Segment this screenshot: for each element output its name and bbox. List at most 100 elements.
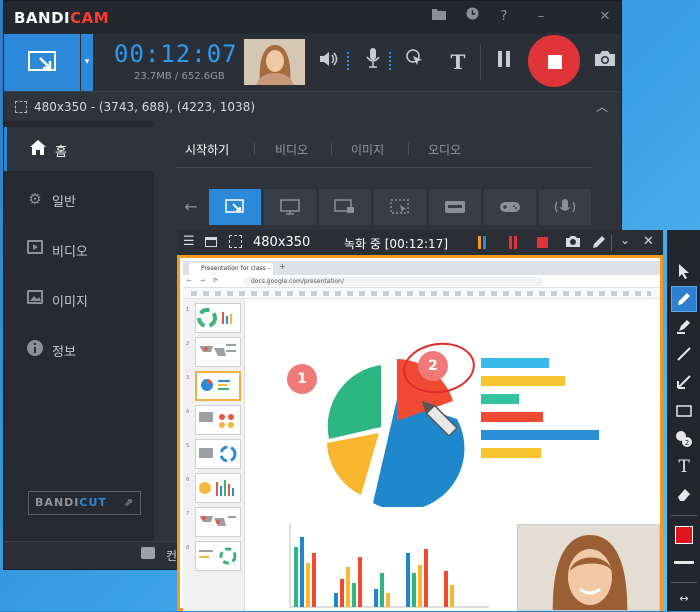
slide-canvas[interactable]: 1 2 (245, 299, 660, 611)
hbar (481, 358, 549, 368)
numbering-tool-icon[interactable]: 2 (671, 426, 697, 452)
slide-thumbnail[interactable] (195, 473, 241, 503)
line-tool-icon[interactable] (671, 342, 697, 368)
expand-arrows-icon[interactable]: ↔ (671, 586, 697, 612)
thumb-number: 5 (186, 443, 190, 449)
region-size: 480x350 (253, 235, 311, 250)
bandicut-button[interactable]: BANDICUT ⇗ (28, 491, 141, 515)
pencil-icon[interactable] (591, 234, 607, 253)
chevron-up-icon[interactable]: ︿ (596, 98, 608, 115)
stop-icon[interactable] (537, 237, 548, 248)
fullscreen-mode-button[interactable] (264, 189, 316, 225)
thumb-number: 4 (186, 409, 190, 415)
speaker-icon[interactable] (315, 48, 343, 76)
slide-thumbnail[interactable] (195, 405, 241, 435)
region-select-icon[interactable] (229, 235, 242, 248)
sidebar-item-image[interactable]: 이미지 (4, 277, 154, 321)
eraser-icon[interactable] (671, 482, 697, 508)
clock-icon[interactable] (460, 6, 484, 28)
tab-separator (254, 143, 255, 155)
browser-tab[interactable]: Presentation for class - Google (189, 263, 273, 284)
line-thickness-button[interactable] (671, 550, 697, 576)
mode-dropdown-button[interactable]: ▾ (81, 34, 93, 91)
url-field[interactable]: docs.google.com/presentation/ (243, 277, 543, 286)
tab-image[interactable]: 이미지 (351, 141, 384, 158)
window-icon[interactable] (205, 237, 217, 247)
hdmi-mode-button[interactable] (429, 189, 481, 225)
divider (671, 515, 697, 516)
close-icon[interactable]: ✕ (643, 234, 654, 249)
video-icon (26, 240, 44, 258)
text-overlay-button[interactable]: T (444, 48, 472, 76)
audio-only-mode-button[interactable] (539, 189, 591, 225)
tab-audio[interactable]: 오디오 (428, 141, 461, 158)
webcam-video-overlay[interactable] (517, 524, 660, 611)
cursor-icon[interactable] (671, 258, 697, 284)
captured-screen: Presentation for class - Google + ← → ⟳ … (183, 261, 660, 611)
image-icon (26, 290, 44, 308)
screen-mode-button[interactable] (4, 34, 80, 91)
around-mouse-mode-button[interactable] (374, 189, 426, 225)
pen-tool-icon[interactable] (671, 286, 697, 312)
slide-thumbnail[interactable] (195, 507, 241, 537)
slide-thumbnail[interactable] (195, 337, 241, 367)
sidebar-item-info[interactable]: 정보 (4, 327, 154, 371)
tab-video[interactable]: 비디오 (275, 141, 308, 158)
step-badge-2: 2 (418, 351, 448, 381)
recording-status: 녹화 중 [00:12:17] (344, 237, 449, 251)
sidebar: 홈 ⚙ 일반 비디오 이미지 정보 BANDICUT ⇗ (4, 121, 154, 541)
menu-icon[interactable]: ☰ (183, 235, 195, 249)
nav-icons[interactable]: ← → ⟳ (187, 277, 221, 284)
rectangle-mode-button[interactable] (209, 189, 261, 225)
sidebar-item-label: 일반 (52, 195, 76, 210)
game-mode-button[interactable] (484, 189, 536, 225)
slide-thumbnails: 1 2 3 4 5 6 7 8 (183, 299, 245, 611)
collapse-icon[interactable]: ⌄ (620, 233, 630, 247)
thumb-number: 8 (186, 545, 190, 551)
color-picker-button[interactable] (671, 522, 697, 548)
arrow-tool-icon[interactable] (671, 370, 697, 396)
thumb-number: 7 (186, 511, 190, 517)
camera-screenshot-icon[interactable] (591, 48, 619, 76)
minimize-icon[interactable]: – (529, 6, 553, 28)
title-bar[interactable]: BANDICAM ? – ✕ (4, 1, 621, 34)
slide-thumbnail[interactable] (195, 541, 241, 571)
thumb-number: 2 (186, 341, 190, 347)
status-text: 컨 (166, 549, 178, 563)
toolbar-divider (480, 44, 481, 80)
tab-getting-started[interactable]: 시작하기 (185, 141, 229, 158)
new-tab-icon[interactable]: + (279, 262, 286, 271)
mic-level-meter (389, 52, 391, 72)
slide-thumbnail[interactable] (195, 303, 241, 333)
slide-thumbnail-selected[interactable] (195, 371, 241, 401)
rectangle-tool-icon[interactable] (671, 398, 697, 424)
close-icon[interactable]: ✕ (593, 6, 617, 28)
mouse-click-effect-icon[interactable] (401, 48, 429, 76)
microphone-icon[interactable] (359, 48, 387, 76)
hbar (481, 430, 599, 440)
folder-icon[interactable] (427, 6, 451, 28)
recording-mode-bar: ← (174, 189, 594, 225)
drawing-toolbar: 2 T ↔ (667, 230, 700, 611)
thumb-number: 6 (186, 477, 190, 483)
stop-record-button[interactable] (525, 32, 583, 90)
text-tool-icon[interactable]: T (671, 454, 697, 480)
help-icon[interactable]: ? (492, 6, 516, 28)
tab-separator (408, 143, 409, 155)
pause-icon[interactable] (514, 236, 517, 249)
hbar (481, 412, 543, 422)
highlighter-icon[interactable] (671, 314, 697, 340)
window-lock-mode-button[interactable] (319, 189, 371, 225)
camera-icon[interactable] (565, 235, 581, 251)
slide-thumbnail[interactable] (195, 439, 241, 469)
pause-button[interactable] (490, 48, 518, 76)
webcam-overlay-button[interactable] (244, 39, 305, 85)
toolbar-icons[interactable] (191, 291, 651, 296)
recording-area-titlebar[interactable]: ☰ 480x350 녹화 중 [00:12:17] ⌄ ✕ (177, 230, 663, 255)
sidebar-item-video[interactable]: 비디오 (4, 227, 154, 271)
back-arrow-icon[interactable]: ← (174, 189, 208, 225)
recording-timer: 00:12:07 (114, 40, 238, 68)
sidebar-item-general[interactable]: ⚙ 일반 (4, 177, 154, 221)
sidebar-item-home[interactable]: 홈 (4, 127, 154, 171)
pause-icon[interactable] (509, 236, 512, 249)
